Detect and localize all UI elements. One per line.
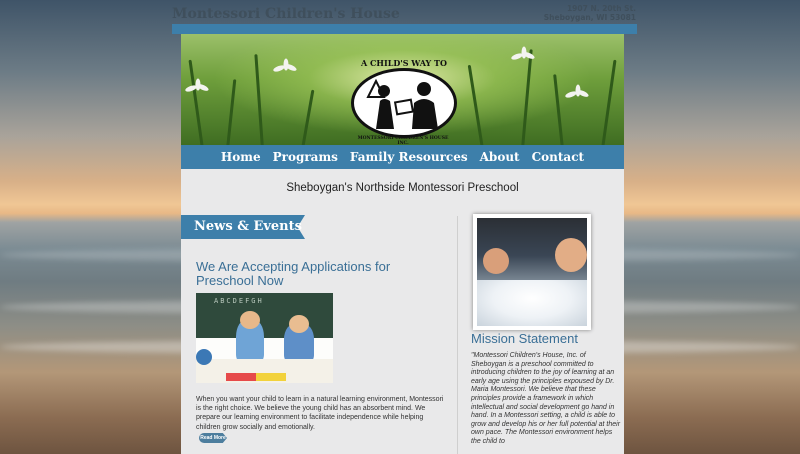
children-silhouette-icon	[366, 78, 438, 129]
grass-blade	[601, 59, 617, 145]
grass-blade	[467, 64, 484, 145]
grass-blade	[301, 89, 315, 145]
site-title[interactable]: Montessori Children's House	[172, 6, 400, 22]
address: 1907 N. 20th St. Sheboygan, WI 53081	[544, 4, 636, 22]
news-heading: News & Events	[194, 219, 302, 234]
post-title[interactable]: We Are Accepting Applications for Presch…	[196, 260, 426, 288]
address-street: 1907 N. 20th St.	[566, 4, 636, 13]
globe-icon	[196, 349, 212, 365]
nav-programs[interactable]: Programs	[273, 150, 338, 164]
address-city: Sheboygan, WI 53081	[543, 13, 636, 22]
nav-about[interactable]: About	[480, 150, 520, 164]
read-more-button[interactable]: Read More	[199, 433, 227, 443]
hero-banner: A CHILD'S WAY TO LEARN MONTESSORI CHILDR…	[181, 34, 624, 145]
post-body: When you want your child to learn in a n…	[196, 396, 444, 431]
grass-blade	[188, 59, 204, 145]
grass-blade	[553, 74, 564, 145]
column-divider	[457, 216, 458, 454]
children-playing-photo	[477, 218, 587, 326]
page-container: A CHILD'S WAY TO LEARN MONTESSORI CHILDR…	[181, 34, 624, 454]
foam	[477, 280, 587, 326]
grass-blade	[226, 79, 237, 145]
child-figure	[240, 311, 260, 329]
flower-icon	[564, 84, 591, 102]
nav-family-resources[interactable]: Family Resources	[350, 150, 468, 164]
mission-text: "Montessori Children's House, Inc. of Sh…	[471, 352, 621, 445]
chalkboard-text: ABCDEFGH	[214, 297, 264, 305]
mission-title: Mission Statement	[471, 331, 578, 346]
flower-icon	[510, 46, 537, 64]
school-logo[interactable]	[351, 68, 457, 138]
nav-contact[interactable]: Contact	[532, 150, 584, 164]
child-face	[483, 248, 509, 274]
classroom-photo: ABCDEFGH	[196, 293, 333, 383]
main-nav: Home Programs Family Resources About Con…	[181, 145, 624, 169]
nav-home[interactable]: Home	[221, 150, 261, 164]
mission-photo-frame	[473, 214, 591, 330]
logo-bottom-text: MONTESSORI CHILDREN'S HOUSE INC.	[357, 136, 449, 145]
child-figure	[289, 315, 309, 333]
paper-yellow	[256, 373, 286, 381]
child-face	[555, 238, 587, 272]
flower-icon	[184, 78, 211, 96]
top-bar	[172, 24, 637, 34]
tagline: Sheboygan's Northside Montessori Prescho…	[286, 182, 519, 194]
grass-blade	[254, 54, 264, 145]
flower-icon	[272, 58, 299, 76]
